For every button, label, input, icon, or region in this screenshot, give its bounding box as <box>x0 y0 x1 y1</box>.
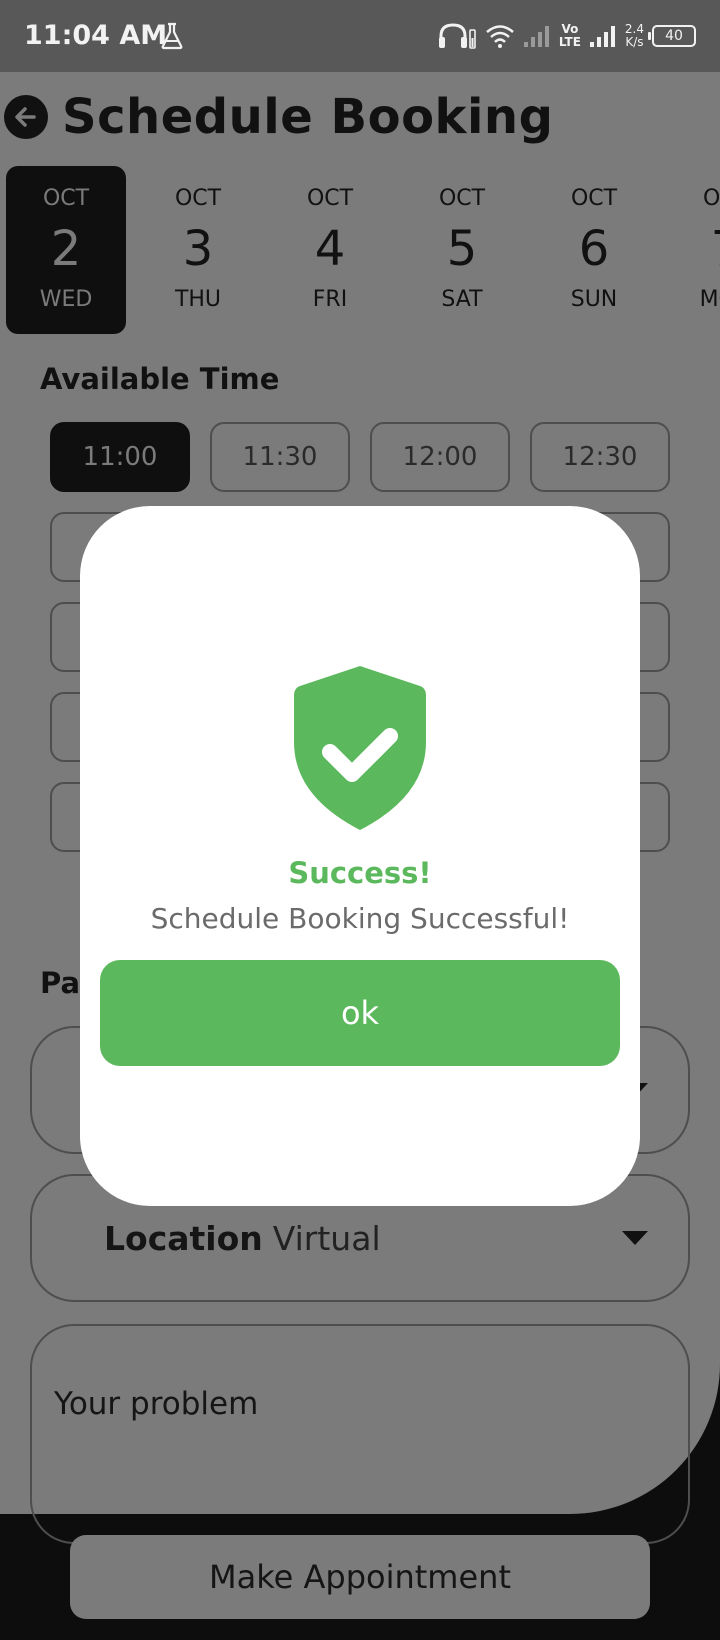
date-dow: MON <box>699 287 720 312</box>
date-item[interactable]: OCT 2 WED <box>6 166 126 334</box>
volte-icon: Vo LTE <box>559 23 581 49</box>
date-item[interactable]: OCT 5 SAT <box>402 166 522 334</box>
status-bar: 11:04 AM Vo LTE 2.4 K/s 40 <box>0 0 720 72</box>
arrow-left-icon <box>15 107 36 127</box>
headphones-icon <box>438 23 476 49</box>
date-day: 6 <box>578 221 610 277</box>
date-month: OCT <box>174 186 222 211</box>
problem-textarea[interactable]: Your problem <box>30 1324 690 1544</box>
date-month: OCT <box>702 186 720 211</box>
signal-icon <box>589 26 615 47</box>
net-speed: 2.4 K/s <box>625 23 644 49</box>
chevron-down-icon <box>622 1231 648 1245</box>
date-item[interactable]: OCT 3 THU <box>138 166 258 334</box>
date-month: OCT <box>438 186 486 211</box>
date-month: OCT <box>42 186 90 211</box>
location-label: Location <box>104 1218 263 1258</box>
date-item[interactable]: OCT 4 FRI <box>270 166 390 334</box>
date-dow: SUN <box>570 287 618 312</box>
time-slot[interactable]: 12:30 <box>530 422 670 492</box>
date-item[interactable]: OCT 7 MON <box>666 166 720 334</box>
flask-icon <box>161 22 183 50</box>
volte-bottom: LTE <box>558 35 581 49</box>
page-title: Schedule Booking <box>62 89 554 145</box>
date-day: 2 <box>50 221 82 277</box>
date-day: 3 <box>182 221 214 277</box>
date-month: OCT <box>570 186 618 211</box>
date-dow: WED <box>39 287 93 312</box>
net-speed-unit: K/s <box>625 35 644 49</box>
back-button[interactable] <box>4 95 48 139</box>
bottom-bar: Make Appointment <box>0 1513 720 1640</box>
make-appointment-button[interactable]: Make Appointment <box>70 1535 650 1619</box>
battery-icon: 40 <box>648 25 696 47</box>
date-dow: THU <box>174 287 222 312</box>
wifi-icon <box>486 25 514 48</box>
time-slot[interactable]: 11:00 <box>50 422 190 492</box>
time-slot[interactable]: 12:00 <box>370 422 510 492</box>
date-dow: FRI <box>312 287 348 312</box>
date-strip[interactable]: OCT 2 WED OCT 3 THU OCT 4 FRI OCT 5 SAT … <box>6 166 720 334</box>
date-item[interactable]: OCT 6 SUN <box>534 166 654 334</box>
available-time-title: Available Time <box>40 362 280 396</box>
date-day: 5 <box>446 221 478 277</box>
date-day: 4 <box>314 221 346 277</box>
success-dialog: Success! Schedule Booking Successful! ok <box>80 506 640 1206</box>
time-slot[interactable]: 11:30 <box>210 422 350 492</box>
page-header: Schedule Booking <box>4 82 553 152</box>
location-value: Virtual <box>272 1218 381 1258</box>
status-icons: Vo LTE 2.4 K/s 40 <box>437 18 696 54</box>
date-month: OCT <box>306 186 354 211</box>
status-time: 11:04 AM <box>24 20 168 51</box>
success-message: Schedule Booking Successful! <box>150 902 570 935</box>
signal-icon <box>523 26 549 47</box>
problem-placeholder: Your problem <box>54 1386 259 1422</box>
ok-button[interactable]: ok <box>100 960 620 1066</box>
date-dow: SAT <box>441 287 483 312</box>
date-day: 7 <box>666 221 720 277</box>
shield-check-icon <box>294 666 426 830</box>
success-title: Success! <box>288 856 432 890</box>
